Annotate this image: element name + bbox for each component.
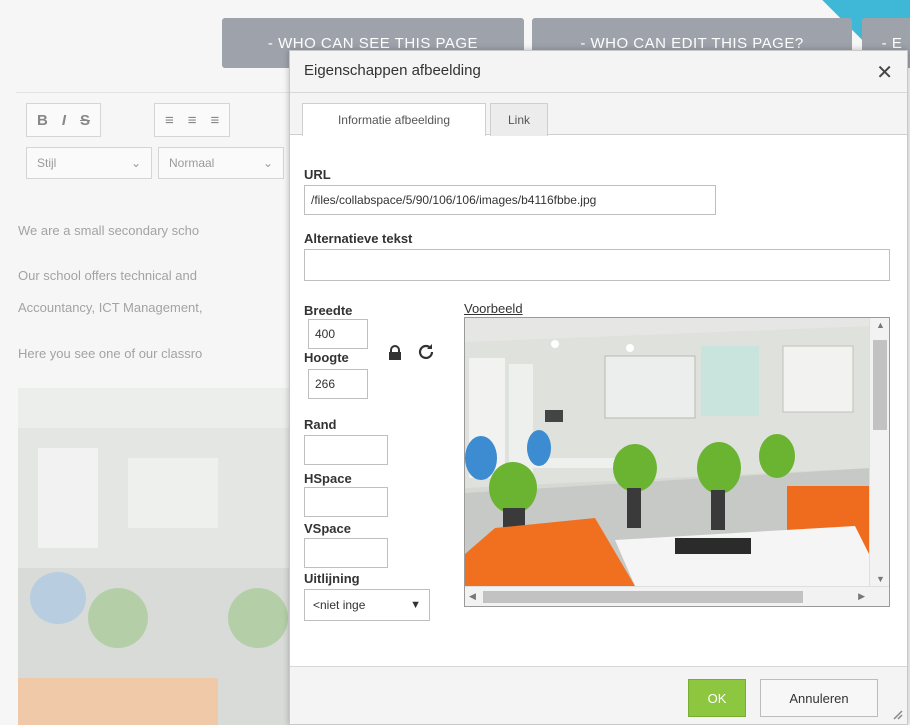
chevron-down-icon: ⌄: [262, 156, 273, 170]
classroom-photo-faded: [18, 388, 290, 725]
lock-icon[interactable]: [388, 345, 402, 366]
dialog-footer: OK Annuleren: [290, 666, 907, 724]
dialog-title: Eigenschappen afbeelding: [304, 62, 481, 79]
image-properties-dialog: Eigenschappen afbeelding ✕ Informatie af…: [289, 50, 908, 725]
url-field[interactable]: /files/collabspace/5/90/106/106/images/b…: [304, 185, 716, 215]
paragraph-text: We are a small secondary scho: [18, 223, 200, 238]
align-center-icon[interactable]: ≡: [188, 112, 197, 129]
dialog-tabs: Informatie afbeelding Link: [290, 93, 907, 136]
url-label: URL: [304, 167, 331, 182]
italic-button[interactable]: I: [62, 112, 66, 129]
paragraph-text: Accountancy, ICT Management,: [18, 300, 203, 315]
width-field[interactable]: 400: [308, 319, 368, 349]
preview-horizontal-scrollbar[interactable]: ◀ ▶: [465, 586, 889, 606]
resize-grip-icon[interactable]: [891, 708, 903, 720]
vspace-field[interactable]: [304, 538, 388, 568]
height-field[interactable]: 266: [308, 369, 368, 399]
text-format-group: B I S: [26, 103, 102, 137]
border-field[interactable]: [304, 435, 388, 465]
border-label: Rand: [304, 417, 337, 432]
preview-vertical-scrollbar[interactable]: ▲ ▼: [869, 318, 889, 586]
cancel-button[interactable]: Annuleren: [760, 679, 878, 717]
paragraph-text: Our school offers technical and: [18, 268, 197, 283]
preview-label: Voorbeeld: [464, 301, 523, 316]
width-label: Breedte: [304, 303, 353, 318]
preview-vertical-thumb[interactable]: [873, 340, 887, 430]
alt-text-label: Alternatieve tekst: [304, 231, 413, 246]
style-select[interactable]: Stijl ⌄: [26, 147, 152, 179]
scroll-left-icon[interactable]: ◀: [469, 591, 476, 602]
classroom-illustration-faded: [18, 388, 290, 725]
align-group: ≡ ≡ ≡: [154, 103, 231, 137]
scroll-down-icon[interactable]: ▼: [876, 574, 885, 584]
vspace-label: VSpace: [304, 521, 351, 536]
tab-image-info[interactable]: Informatie afbeelding: [302, 103, 486, 136]
close-icon[interactable]: ✕: [876, 60, 893, 85]
alignment-select[interactable]: <niet inge ▼: [304, 589, 430, 621]
tab-link[interactable]: Link: [490, 103, 548, 136]
dialog-header[interactable]: Eigenschappen afbeelding ✕: [290, 51, 907, 93]
image-preview[interactable]: ▲ ▼ ◀ ▶: [464, 317, 890, 607]
chevron-down-icon: ⌄: [130, 156, 141, 170]
classroom-preview-image: [465, 318, 871, 586]
strike-button[interactable]: S: [80, 112, 90, 129]
align-left-icon[interactable]: ≡: [165, 112, 174, 129]
editor-toolbar: B I S ≡ ≡ ≡ Stijl ⌄ Normaal ⌄: [16, 92, 316, 192]
scroll-up-icon[interactable]: ▲: [876, 320, 885, 330]
scroll-right-icon[interactable]: ▶: [858, 591, 865, 602]
reset-icon[interactable]: [418, 343, 434, 364]
align-right-icon[interactable]: ≡: [211, 112, 220, 129]
format-select[interactable]: Normaal ⌄: [158, 147, 284, 179]
alignment-select-value: <niet inge: [313, 598, 366, 612]
alignment-label: Uitlijning: [304, 571, 360, 586]
dropdown-arrow-icon: ▼: [410, 599, 421, 611]
paragraph-text: Here you see one of our classro: [18, 346, 203, 361]
hspace-label: HSpace: [304, 471, 352, 486]
hspace-field[interactable]: [304, 487, 388, 517]
ok-button[interactable]: OK: [688, 679, 746, 717]
height-label: Hoogte: [304, 350, 349, 365]
preview-horizontal-thumb[interactable]: [483, 591, 803, 603]
alt-text-field[interactable]: [304, 249, 890, 281]
bold-button[interactable]: B: [37, 112, 48, 129]
